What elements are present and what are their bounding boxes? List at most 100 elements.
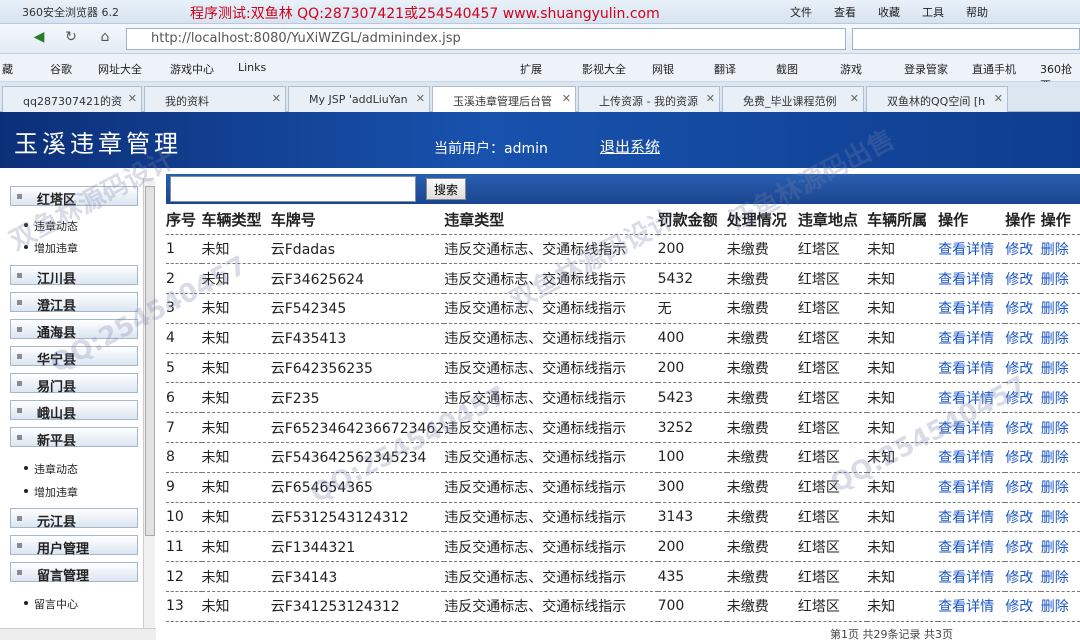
sidebar-item-message-management[interactable]: 留言管理 [10, 562, 138, 584]
edit-link[interactable]: 修改 [1005, 263, 1041, 295]
delete-link[interactable]: 删除 [1040, 263, 1080, 295]
browser-tab[interactable]: qq287307421的资 ✕ [2, 86, 142, 112]
view-details-link[interactable]: 查看详情 [938, 502, 1006, 533]
view-details-link[interactable]: 查看详情 [938, 263, 1006, 295]
fav-item[interactable]: 直通手机 [972, 61, 1016, 77]
view-details-link[interactable]: 查看详情 [938, 353, 1006, 384]
view-details-link[interactable]: 查看详情 [938, 293, 1006, 324]
sidebar-scrollbar[interactable] [143, 178, 155, 628]
sidebar-item-tonghai[interactable]: 通海县 [10, 319, 138, 341]
edit-link[interactable]: 修改 [1005, 531, 1041, 563]
browser-tab[interactable]: 我的资料 ✕ [144, 86, 286, 112]
menu-tools[interactable]: 工具 [922, 4, 944, 20]
edit-link[interactable]: 修改 [1005, 234, 1041, 265]
sidebar-item-jiangchuan[interactable]: 江川县 [10, 265, 138, 287]
delete-link[interactable]: 删除 [1040, 234, 1080, 265]
close-icon[interactable]: ✕ [562, 92, 571, 105]
logout-link[interactable]: 退出系统 [600, 136, 660, 157]
browser-tab[interactable]: My JSP 'addLiuYan ✕ [288, 86, 430, 112]
sidebar-sub-violations[interactable]: 违章动态 [24, 461, 78, 477]
fav-item[interactable]: 游戏 [840, 61, 862, 77]
sidebar-sub-violations[interactable]: 违章动态 [24, 218, 78, 234]
close-icon[interactable]: ✕ [850, 92, 859, 105]
delete-link[interactable]: 删除 [1040, 323, 1080, 354]
sidebar-sub-message-center[interactable]: 留言中心 [24, 596, 78, 612]
edit-link[interactable]: 修改 [1005, 382, 1041, 414]
close-icon[interactable]: ✕ [272, 92, 281, 105]
sidebar-item-xinping[interactable]: 新平县 [10, 427, 138, 449]
fav-item[interactable]: 网银 [652, 61, 674, 77]
menu-favorites[interactable]: 收藏 [878, 4, 900, 20]
view-details-link[interactable]: 查看详情 [938, 561, 1006, 593]
fav-item[interactable]: 影视大全 [582, 61, 626, 77]
fav-item[interactable]: 藏 [2, 61, 13, 77]
edit-link[interactable]: 修改 [1005, 502, 1041, 533]
delete-link[interactable]: 删除 [1040, 502, 1080, 533]
view-details-link[interactable]: 查看详情 [938, 472, 1006, 503]
view-details-link[interactable]: 查看详情 [938, 382, 1006, 414]
view-details-link[interactable]: 查看详情 [938, 234, 1006, 265]
delete-link[interactable]: 删除 [1040, 442, 1080, 473]
close-icon[interactable]: ✕ [994, 92, 1003, 105]
delete-link[interactable]: 删除 [1040, 561, 1080, 593]
view-details-link[interactable]: 查看详情 [938, 323, 1006, 354]
view-details-link[interactable]: 查看详情 [938, 412, 1006, 444]
close-icon[interactable]: ✕ [128, 92, 137, 105]
home-icon[interactable]: ⌂ [94, 29, 116, 49]
delete-link[interactable]: 删除 [1040, 472, 1080, 503]
sidebar-item-user-management[interactable]: 用户管理 [10, 535, 138, 557]
sidebar-item-huaning[interactable]: 华宁县 [10, 346, 138, 368]
edit-link[interactable]: 修改 [1005, 412, 1041, 444]
edit-link[interactable]: 修改 [1005, 591, 1041, 622]
browser-tab[interactable]: 双鱼林的QQ空间 [h ✕ [866, 86, 1008, 112]
sidebar-item-yuanjiang[interactable]: 元江县 [10, 508, 138, 530]
view-details-link[interactable]: 查看详情 [938, 591, 1006, 622]
sidebar-item-chengjiang[interactable]: 澄江县 [10, 292, 138, 314]
sidebar-item-hongta[interactable]: 红塔区 [10, 186, 138, 208]
delete-link[interactable]: 删除 [1040, 353, 1080, 384]
browser-tab-active[interactable]: 玉溪违章管理后台管 ✕ [432, 86, 576, 112]
browser-tab[interactable]: 免费_毕业课程范例 ✕ [722, 86, 864, 112]
edit-link[interactable]: 修改 [1005, 323, 1041, 354]
edit-link[interactable]: 修改 [1005, 472, 1041, 503]
fav-item[interactable]: 游戏中心 [170, 61, 214, 77]
sidebar-sub-add-violation[interactable]: 增加违章 [24, 240, 78, 256]
refresh-icon[interactable]: ↻ [60, 29, 82, 49]
menu-view[interactable]: 查看 [834, 4, 856, 20]
sidebar-item-eshan[interactable]: 峨山县 [10, 400, 138, 422]
fav-item[interactable]: 扩展 [520, 61, 542, 77]
sidebar-horizontal-scrollbar[interactable] [0, 628, 156, 640]
cell-status: 未缴费 [726, 502, 798, 533]
address-bar[interactable]: http://localhost:8080/YuXiWZGL/admininde… [126, 28, 846, 50]
browser-tab[interactable]: 上传资源 - 我的资源 ✕ [578, 86, 720, 112]
back-arrow-icon[interactable]: ◀ [28, 29, 50, 49]
delete-link[interactable]: 删除 [1040, 293, 1080, 324]
fav-item[interactable]: 谷歌 [50, 61, 72, 77]
scrollbar-thumb[interactable] [145, 186, 155, 536]
fav-item[interactable]: Links [238, 61, 266, 74]
cell-plate: 云F5312543124312 [270, 502, 445, 533]
fav-item[interactable]: 翻译 [714, 61, 736, 77]
view-details-link[interactable]: 查看详情 [938, 442, 1006, 473]
browser-search-box[interactable] [852, 28, 1080, 50]
view-details-link[interactable]: 查看详情 [938, 531, 1006, 563]
delete-link[interactable]: 删除 [1040, 382, 1080, 414]
sidebar-item-yimen[interactable]: 易门县 [10, 373, 138, 395]
search-button[interactable]: 搜索 [426, 178, 466, 200]
search-input[interactable] [170, 176, 416, 202]
edit-link[interactable]: 修改 [1005, 561, 1041, 593]
edit-link[interactable]: 修改 [1005, 293, 1041, 324]
menu-help[interactable]: 帮助 [966, 4, 988, 20]
fav-item[interactable]: 网址大全 [98, 61, 142, 77]
close-icon[interactable]: ✕ [706, 92, 715, 105]
delete-link[interactable]: 删除 [1040, 412, 1080, 444]
delete-link[interactable]: 删除 [1040, 591, 1080, 622]
delete-link[interactable]: 删除 [1040, 531, 1080, 563]
fav-item[interactable]: 登录管家 [904, 61, 948, 77]
menu-file[interactable]: 文件 [790, 4, 812, 20]
close-icon[interactable]: ✕ [416, 92, 425, 105]
edit-link[interactable]: 修改 [1005, 353, 1041, 384]
edit-link[interactable]: 修改 [1005, 442, 1041, 473]
fav-item[interactable]: 截图 [776, 61, 798, 77]
sidebar-sub-add-violation[interactable]: 增加违章 [24, 484, 78, 500]
